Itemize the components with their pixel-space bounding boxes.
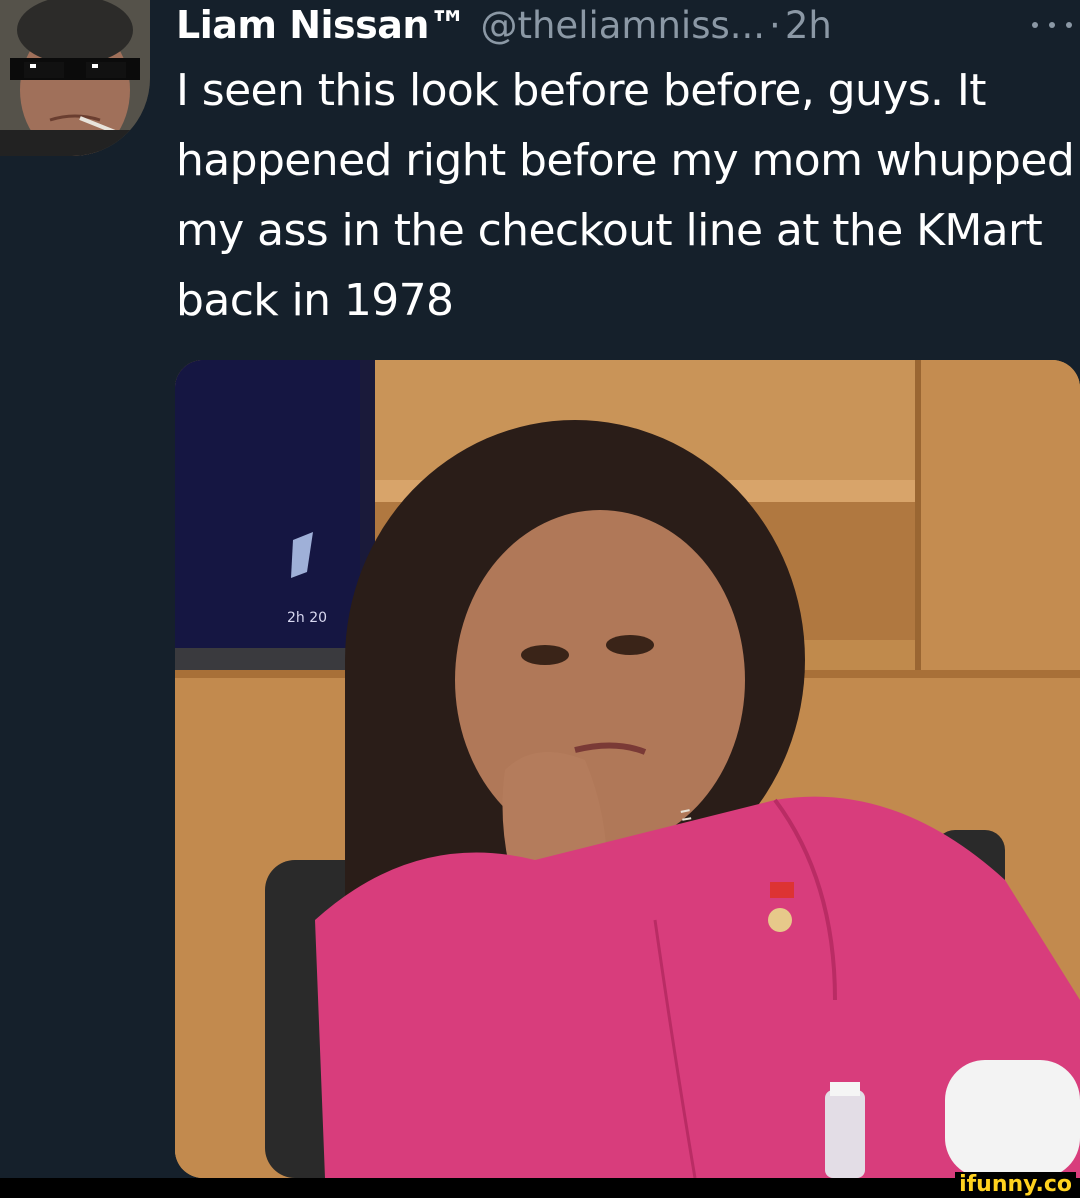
tweet-header: Liam Nissan™ @theliamniss... · 2h: [176, 0, 1076, 50]
more-horizontal-icon[interactable]: [1032, 10, 1072, 40]
tweet-media-image[interactable]: 2h 20: [175, 360, 1080, 1178]
timestamp[interactable]: 2h: [785, 4, 832, 47]
footer-bar: [0, 1178, 1080, 1198]
tweet-card[interactable]: Liam Nissan™ @theliamniss... · 2h I seen…: [0, 0, 1080, 1178]
screen-label: 2h 20: [287, 610, 327, 626]
tweet-text: I seen this look before before, guys. It…: [176, 65, 1075, 326]
avatar[interactable]: [0, 0, 150, 156]
ifunny-watermark: ifunny.co: [955, 1172, 1076, 1198]
separator-dot: ·: [769, 3, 781, 47]
user-handle[interactable]: @theliamniss...: [480, 4, 765, 47]
display-name[interactable]: Liam Nissan™: [176, 3, 467, 47]
